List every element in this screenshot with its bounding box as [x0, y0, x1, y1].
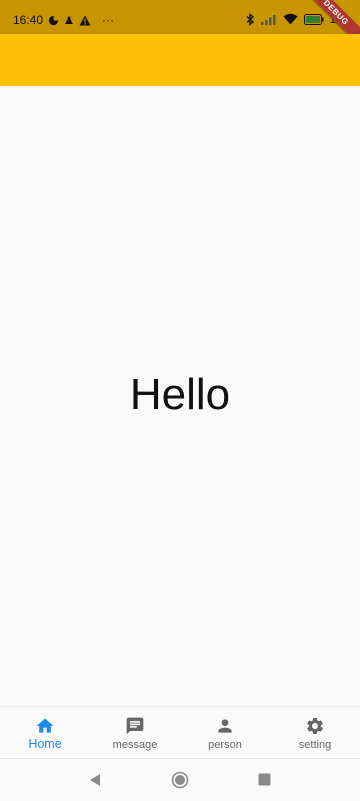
- nav-label-home: Home: [28, 737, 62, 751]
- system-navigation-bar: [0, 758, 360, 801]
- home-icon: [36, 718, 54, 733]
- nav-item-setting[interactable]: setting: [270, 707, 360, 759]
- vpn-icon: [48, 15, 59, 26]
- status-left: 16:40 ···: [13, 13, 114, 27]
- bottom-navigation: Home message person setting: [0, 706, 360, 759]
- signal-icon: [260, 14, 277, 25]
- battery-icon: [303, 13, 324, 25]
- status-time: 16:40: [13, 13, 44, 27]
- hello-text: Hello: [129, 370, 231, 419]
- recents-icon[interactable]: [258, 773, 271, 786]
- home-circle-icon[interactable]: [171, 771, 189, 789]
- nav-label-setting: setting: [298, 739, 332, 751]
- gear-icon: [307, 718, 323, 734]
- nav-item-home[interactable]: Home: [0, 707, 90, 759]
- usb-icon: [64, 15, 74, 25]
- nav-item-message[interactable]: message: [90, 707, 180, 759]
- nav-label-message: message: [112, 739, 158, 751]
- warning-icon: [79, 15, 91, 26]
- app-bar: [0, 34, 360, 86]
- status-overflow: ···: [102, 13, 115, 27]
- nav-label-person: person: [208, 739, 242, 751]
- nav-item-person[interactable]: person: [180, 707, 270, 759]
- main-content: Hello: [0, 86, 360, 706]
- person-icon: [218, 719, 232, 733]
- wifi-icon: [283, 13, 298, 25]
- status-bar: 16:40 ··· 11 DEBUG: [0, 0, 360, 53]
- back-icon[interactable]: [88, 773, 102, 787]
- bluetooth-icon: [246, 12, 255, 26]
- message-icon: [126, 717, 144, 735]
